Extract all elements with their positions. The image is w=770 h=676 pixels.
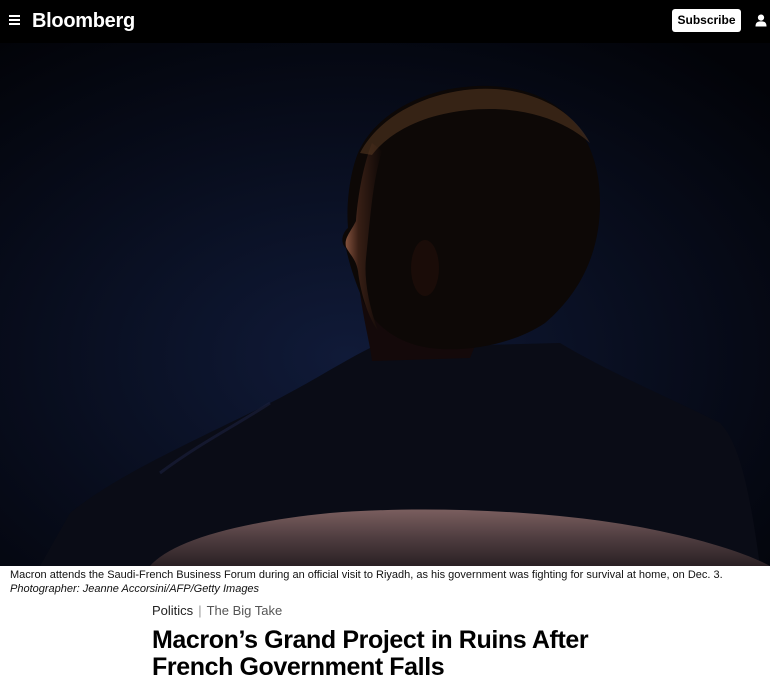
article-page: Bloomberg Subscribe Macron attends the S… (0, 0, 770, 676)
person-icon[interactable] (755, 14, 767, 27)
section-link-politics[interactable]: Politics (152, 603, 193, 618)
top-navigation-bar: Bloomberg Subscribe (0, 0, 770, 43)
tag-separator: | (198, 603, 202, 618)
photographer-credit: Photographer: Jeanne Accorsini/AFP/Getty… (10, 582, 260, 595)
photo-caption: Macron attends the Saudi-French Business… (10, 569, 740, 596)
hero-photo (0, 43, 770, 566)
subscribe-button[interactable]: Subscribe (672, 9, 741, 32)
hamburger-menu-icon[interactable] (9, 15, 20, 26)
article-headline: Macron’s Grand Project in Ruins After Fr… (152, 626, 589, 676)
bloomberg-logo[interactable]: Bloomberg (32, 8, 135, 34)
hero-photo-illustration (0, 43, 770, 566)
series-link-the-big-take[interactable]: The Big Take (207, 603, 283, 618)
caption-text: Macron attends the Saudi-French Business… (10, 569, 723, 581)
article-tags: Politics | The Big Take (152, 603, 282, 619)
